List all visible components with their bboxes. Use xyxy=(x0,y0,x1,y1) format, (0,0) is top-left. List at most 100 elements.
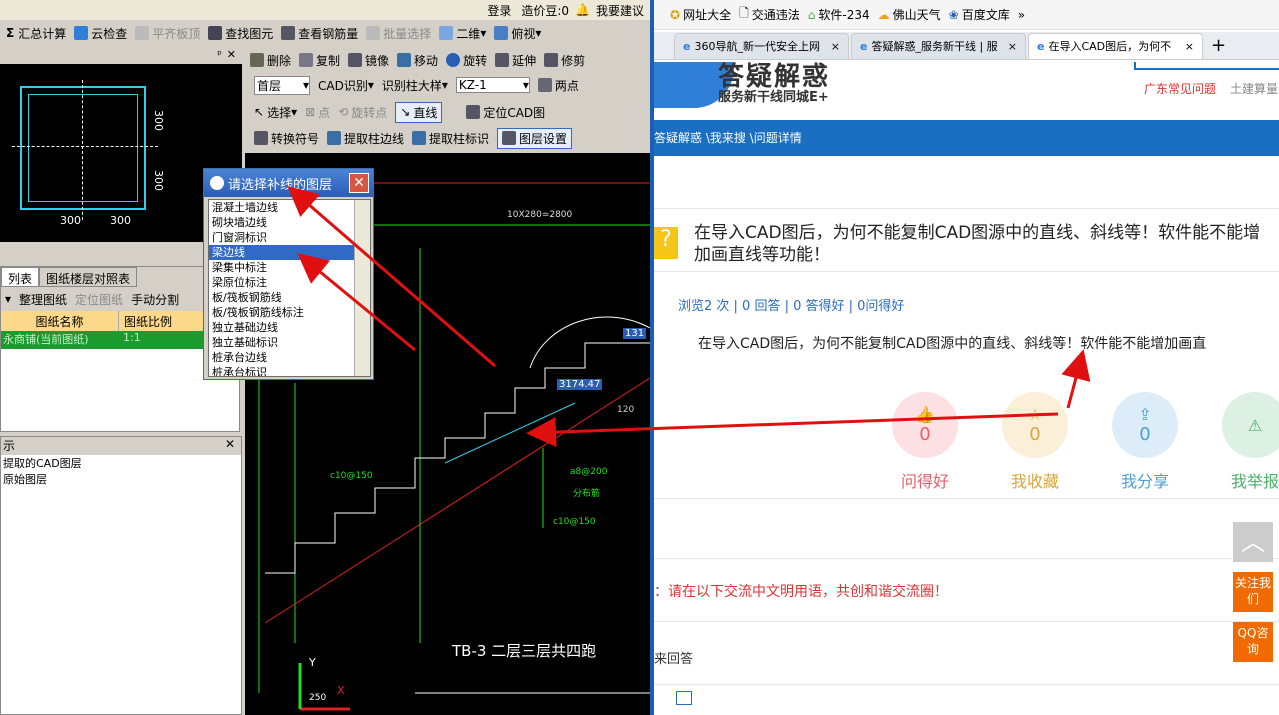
organize-button[interactable]: 整理图纸 xyxy=(19,291,67,308)
flat-icon xyxy=(135,26,150,40)
list-item[interactable]: 板/筏板钢筋线标注 xyxy=(209,305,370,320)
close-icon[interactable]: × xyxy=(1008,40,1017,53)
tab-favicon-icon: e xyxy=(1037,39,1045,53)
browser-tab[interactable]: e 360导航_新一代安全上网 × xyxy=(674,32,849,59)
close-icon[interactable]: ✕ xyxy=(227,48,236,61)
two-point-button[interactable]: 两点 xyxy=(537,77,579,94)
identify-column-dropdown[interactable]: 识别柱大样 ▾ xyxy=(382,77,448,94)
list-item[interactable]: 砌块墙边线 xyxy=(209,215,370,230)
delete-button[interactable]: 删除 xyxy=(250,52,291,69)
view-top-dropdown[interactable]: 俯视 ▾ xyxy=(494,25,541,42)
cloud-check-button[interactable]: 云检查 xyxy=(74,25,127,42)
login-link[interactable]: 登录 xyxy=(487,2,511,19)
cad-identify-dropdown[interactable]: CAD识别 ▾ xyxy=(318,77,374,94)
bookmark-4[interactable]: ☁ 佛山天气 xyxy=(878,6,941,23)
split-button[interactable]: 手动分割 xyxy=(131,291,179,308)
flat-top-button[interactable]: 平齐板顶 xyxy=(135,25,200,42)
angle-label: 131 xyxy=(623,328,647,339)
browser-tab[interactable]: e 在导入CAD图后，为何不 × xyxy=(1028,32,1203,59)
trim-button[interactable]: 修剪 xyxy=(544,52,585,69)
soil-link[interactable]: 土建算量 xyxy=(1230,80,1278,97)
length-input-box[interactable]: 3174.47 xyxy=(557,379,603,390)
bell-icon[interactable]: 🔔 xyxy=(575,3,590,17)
tab-favicon-icon: e xyxy=(860,39,868,53)
more-icon[interactable]: » xyxy=(1018,8,1025,22)
label-120: 120 xyxy=(617,405,635,415)
point-button[interactable]: ⊠ 点 xyxy=(305,104,330,121)
list-item[interactable]: 独立基础标识 xyxy=(209,335,370,350)
copy-icon xyxy=(299,53,314,67)
action-button[interactable]: ⇪ 0 我分享 xyxy=(1112,392,1178,492)
dropdown-arrow-icon[interactable]: ▾ xyxy=(5,292,11,306)
list-item[interactable]: 桩承台标识 xyxy=(209,365,370,376)
list-item[interactable]: 独立基础边线 xyxy=(209,320,370,335)
pin-icon[interactable]: ᵖ xyxy=(217,48,222,61)
close-icon[interactable]: × xyxy=(1185,40,1194,53)
software-icon: ⌂ xyxy=(807,7,816,22)
move-button[interactable]: 移动 xyxy=(397,52,438,69)
browser-tab[interactable]: e 答疑解惑_服务新干线 | 服 × xyxy=(851,32,1026,59)
view-rebar-button[interactable]: 查看钢筋量 xyxy=(281,25,358,42)
list-item[interactable]: 混凝土墙边线 xyxy=(209,200,370,215)
bookmark-1[interactable]: ✪ 网址大全 xyxy=(670,6,731,23)
tab-list[interactable]: 列表 xyxy=(1,267,40,287)
view-2d-dropdown[interactable]: 二维 ▾ xyxy=(439,25,486,42)
qq-button[interactable]: QQ咨询 xyxy=(1233,622,1273,662)
faq-link[interactable]: 广东常见问题 xyxy=(1144,80,1216,97)
bookmark-3[interactable]: ⌂ 软件-234 xyxy=(808,6,870,23)
action-button[interactable]: 👍 0 问得好 xyxy=(892,392,958,492)
dim-right-bottom: 300 xyxy=(152,170,165,191)
column-id-select[interactable]: KZ-1 ▾ xyxy=(455,77,530,93)
close-icon[interactable]: ✕ xyxy=(349,173,369,193)
dialog-titlebar: 请选择补线的图层 ✕ xyxy=(204,169,373,197)
cad-application: 登录 造价豆:0 🔔 我要建议 Σ 汇总计算 云检查 平齐板顶 查找图元 查看钢筋… xyxy=(0,0,650,715)
summary-button[interactable]: Σ 汇总计算 xyxy=(6,25,66,42)
image-icon[interactable] xyxy=(676,691,692,705)
axis-y-label: Y xyxy=(309,656,316,669)
close-icon[interactable]: ✕ xyxy=(225,437,235,451)
list-item[interactable]: 桩承台边线 xyxy=(209,350,370,365)
select-button[interactable]: ↖ 选择 ▾ xyxy=(254,104,297,121)
scrollbar[interactable] xyxy=(354,200,370,376)
search-box-edge[interactable] xyxy=(1134,62,1279,70)
rotate-button[interactable]: 旋转 xyxy=(446,52,487,69)
tab-floor-map[interactable]: 图纸楼层对照表 xyxy=(39,267,138,287)
locate-cad-button[interactable]: 定位CAD图 xyxy=(466,104,545,121)
bookmark-5[interactable]: ❀ 百度文库 xyxy=(949,6,1010,23)
convert-symbol-button[interactable]: 转换符号 xyxy=(254,130,319,147)
rebar-label-1: c10@150 xyxy=(330,471,373,481)
list-item[interactable]: 板/筏板钢筋线 xyxy=(209,290,370,305)
dialog-title: 请选择补线的图层 xyxy=(228,177,333,193)
action-button[interactable]: ☆ 0 我收藏 xyxy=(1002,392,1068,492)
extract-column-edge-button[interactable]: 提取柱边线 xyxy=(327,130,404,147)
list-item[interactable]: 梁边线 xyxy=(209,245,370,260)
suggest-link[interactable]: 我要建议 xyxy=(596,2,644,19)
mirror-button[interactable]: 镜像 xyxy=(348,52,389,69)
layer-setting-button[interactable]: 图层设置 xyxy=(497,127,573,149)
layer-panel: 示 ✕ 提取的CAD图层 原始图层 xyxy=(0,436,242,715)
action-icon: ⚠ xyxy=(1222,392,1279,458)
binoculars-icon xyxy=(208,26,223,40)
back-to-top-icon[interactable]: ︿ xyxy=(1233,522,1273,562)
follow-button[interactable]: 关注我们 xyxy=(1233,572,1273,612)
floor-select[interactable]: 首层 ▾ xyxy=(254,75,310,95)
new-tab-icon[interactable]: + xyxy=(1211,35,1226,56)
layer-item-original[interactable]: 原始图层 xyxy=(1,471,241,487)
locate-button[interactable]: 定位图纸 xyxy=(75,291,123,308)
list-item[interactable]: 梁集中标注 xyxy=(209,260,370,275)
toolbar-draw: ↖ 选择 ▾ ⊠ 点 ⟲ 旋转点 ↘ 直线 定位CAD图 xyxy=(254,101,553,123)
action-button[interactable]: ⚠ 我举报 xyxy=(1222,392,1279,492)
extend-button[interactable]: 延伸 xyxy=(495,52,536,69)
copy-button[interactable]: 复制 xyxy=(299,52,340,69)
list-item[interactable]: 门窗洞标识 xyxy=(209,230,370,245)
line-button[interactable]: ↘ 直线 xyxy=(395,101,443,123)
layer-listbox[interactable]: 混凝土墙边线 砌块墙边线 门窗洞标识 梁边线 梁集中标注 梁原位标注 板/筏板钢筋线 板/筏板… xyxy=(208,199,371,377)
rotate-point-button[interactable]: ⟲ 旋转点 xyxy=(338,104,387,121)
find-element-button[interactable]: 查找图元 xyxy=(208,25,273,42)
list-item[interactable]: 梁原位标注 xyxy=(209,275,370,290)
close-icon[interactable]: × xyxy=(831,40,840,53)
layer-item-extracted[interactable]: 提取的CAD图层 xyxy=(1,455,241,471)
extract-column-label-button[interactable]: 提取柱标识 xyxy=(412,130,489,147)
batch-select-button[interactable]: 批量选择 xyxy=(366,25,431,42)
bookmark-2[interactable]: 🗋 交通违法 xyxy=(739,4,800,25)
